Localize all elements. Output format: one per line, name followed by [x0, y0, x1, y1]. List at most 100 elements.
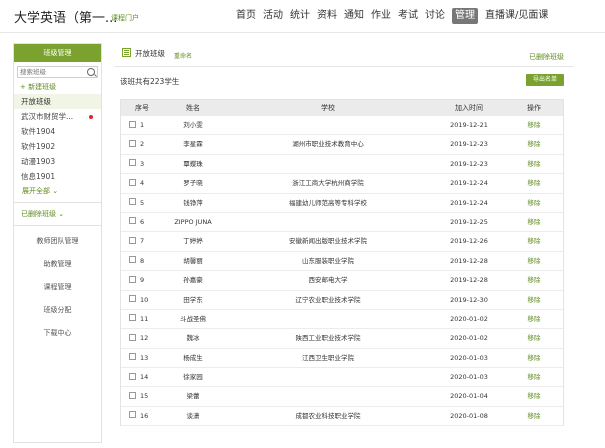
remove-button[interactable]: 移除 — [505, 387, 563, 405]
student-table: 序号 姓名 学校 加入时间 操作 1 刘小雯 2019-12-21 移除 2 李星霖 湖州市… — [120, 99, 564, 427]
sidebar-class-item[interactable]: 开放班级 — [14, 94, 101, 109]
join-time: 2020-01-03 — [450, 373, 488, 382]
row-checkbox[interactable] — [129, 333, 136, 341]
remove-button[interactable]: 移除 — [505, 116, 563, 134]
nav-item-4[interactable]: 通知 — [344, 8, 364, 24]
nav-item-9[interactable]: 直播课/见面课 — [485, 8, 548, 24]
join-time: 2019-12-30 — [450, 295, 488, 304]
sidebar-class-item[interactable]: 软件1902 — [14, 139, 101, 154]
row-checkbox[interactable] — [129, 120, 136, 128]
row-checkbox[interactable] — [129, 198, 136, 206]
student-name: 罗子晓 — [183, 179, 203, 188]
student-school — [223, 213, 433, 231]
management-menu: 教师团队管理 助教管理 课程管理 班级分配 下载中心 — [14, 230, 101, 345]
row-number: 10 — [140, 295, 149, 304]
student-school: 辽宁农业职业技术学院 — [295, 295, 361, 304]
student-name: 徐家园 — [183, 373, 203, 382]
search-icon[interactable] — [87, 68, 95, 76]
remove-button[interactable]: 移除 — [505, 155, 563, 173]
join-time: 2020-01-02 — [450, 334, 488, 343]
row-number: 8 — [140, 256, 145, 265]
sidebar-menu-item[interactable]: 下载中心 — [14, 322, 101, 345]
rename-button[interactable]: 重命名 — [174, 51, 192, 60]
remove-button[interactable]: 移除 — [505, 310, 563, 328]
course-title[interactable]: 大学英语（第一... — [14, 7, 117, 26]
deleted-classes-toggle[interactable]: 已删除班级 ⌄ — [14, 207, 101, 221]
sidebar-class-item[interactable]: 动漫1903 — [14, 154, 101, 169]
course-portal-link[interactable]: 课程门户 — [111, 13, 139, 23]
row-checkbox[interactable] — [129, 411, 136, 419]
row-checkbox[interactable] — [129, 314, 136, 322]
nav-item-6[interactable]: 考试 — [398, 8, 418, 24]
row-checkbox[interactable] — [129, 159, 136, 167]
nav-item-8[interactable]: 管理 — [452, 8, 478, 24]
sidebar-menu-item[interactable]: 教师团队管理 — [14, 230, 101, 253]
main-divider — [114, 66, 574, 67]
student-school: 福建幼儿师范高等专科学校 — [289, 198, 367, 207]
remove-button[interactable]: 移除 — [505, 194, 563, 212]
row-checkbox[interactable] — [129, 256, 136, 264]
export-list-button[interactable]: 导出名单 — [526, 74, 564, 86]
deleted-classes-link[interactable]: 已删除班级 — [529, 52, 564, 62]
student-name: ZIPPO JUNA — [174, 217, 212, 226]
top-bar: 大学英语（第一... 课程门户 首页 活动 统计 资料 通知 作业 考试 讨论 管理 直播课/见面… — [0, 0, 605, 32]
remove-button[interactable]: 移除 — [505, 232, 563, 250]
remove-button[interactable]: 移除 — [505, 271, 563, 289]
row-checkbox[interactable] — [129, 178, 136, 186]
remove-button[interactable]: 移除 — [505, 291, 563, 309]
row-number: 15 — [140, 392, 149, 401]
nav-item-7[interactable]: 讨论 — [425, 8, 445, 24]
remove-button[interactable]: 移除 — [505, 329, 563, 347]
class-item-label: 信息1901 — [21, 172, 56, 181]
student-school: 山东服装职业学院 — [302, 256, 354, 265]
join-time: 2019-12-23 — [450, 159, 488, 168]
row-number-cell: 12 — [121, 329, 163, 347]
student-school: 陕西工业职业技术学院 — [295, 334, 361, 343]
student-name: 魏冰 — [186, 334, 200, 343]
column-header-join-time: 加入时间 — [455, 104, 483, 112]
student-school: 成都农业科技职业学院 — [295, 411, 361, 420]
sidebar-class-item[interactable]: 软件1904 — [14, 124, 101, 139]
row-checkbox[interactable] — [129, 295, 136, 303]
sidebar-menu-item[interactable]: 课程管理 — [14, 276, 101, 299]
join-time: 2020-01-02 — [450, 314, 488, 323]
remove-button[interactable]: 移除 — [505, 213, 563, 231]
table-row: 4 罗子晓 浙江工商大学杭州商学院 2019-12-24 移除 — [121, 174, 563, 194]
row-number: 6 — [140, 217, 145, 226]
nav-item-3[interactable]: 资料 — [317, 8, 337, 24]
table-row: 16 谈潇 成都农业科技职业学院 2020-01-08 移除 — [121, 407, 563, 427]
expand-all-button[interactable]: 展开全部 ⌄ — [14, 184, 101, 198]
sidebar-class-item[interactable]: 信息1901 — [14, 169, 101, 184]
nav-item-2[interactable]: 统计 — [290, 8, 310, 24]
row-checkbox[interactable] — [129, 391, 136, 399]
remove-button[interactable]: 移除 — [505, 349, 563, 367]
sidebar-divider — [14, 202, 101, 203]
nav-item-1[interactable]: 活动 — [263, 8, 283, 24]
remove-button[interactable]: 移除 — [505, 407, 563, 425]
join-time: 2019-12-25 — [450, 217, 488, 226]
sidebar-menu-item[interactable]: 班级分配 — [14, 299, 101, 322]
table-row: 8 胡馨丽 山东服装职业学院 2019-12-28 移除 — [121, 252, 563, 272]
row-checkbox[interactable] — [129, 236, 136, 244]
nav-item-5[interactable]: 作业 — [371, 8, 391, 24]
sidebar-class-item[interactable]: 武汉市财贸学... — [14, 109, 101, 124]
remove-button[interactable]: 移除 — [505, 135, 563, 153]
row-checkbox[interactable] — [129, 139, 136, 147]
new-class-button[interactable]: + 新建班级 — [14, 80, 101, 94]
remove-button[interactable]: 移除 — [505, 174, 563, 192]
table-row: 13 杨成生 江西卫生职业学院 2020-01-03 移除 — [121, 349, 563, 369]
join-time: 2019-12-23 — [450, 140, 488, 149]
student-name: 斗战圣佛 — [180, 314, 206, 323]
student-school — [223, 310, 433, 328]
row-checkbox[interactable] — [129, 275, 136, 283]
class-search-input[interactable] — [18, 67, 88, 77]
row-checkbox[interactable] — [129, 353, 136, 361]
student-name: 刘小雯 — [183, 121, 203, 129]
nav-item-0[interactable]: 首页 — [236, 8, 256, 24]
row-checkbox[interactable] — [129, 217, 136, 225]
remove-button[interactable]: 移除 — [505, 368, 563, 386]
join-time: 2020-01-03 — [450, 353, 488, 362]
remove-button[interactable]: 移除 — [505, 252, 563, 270]
row-checkbox[interactable] — [129, 372, 136, 380]
sidebar-menu-item[interactable]: 助教管理 — [14, 253, 101, 276]
